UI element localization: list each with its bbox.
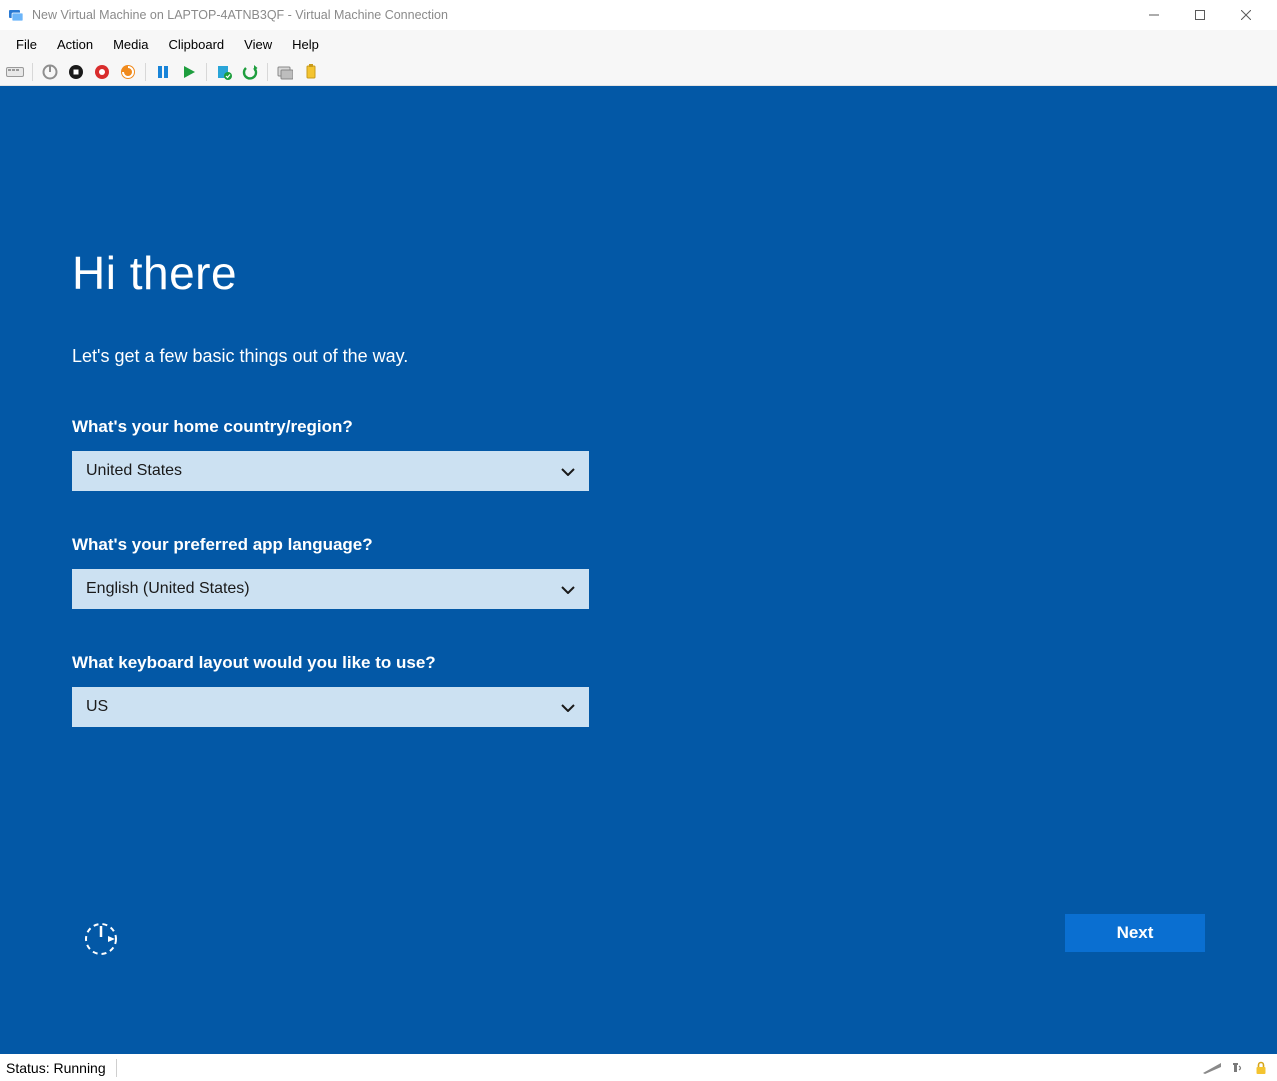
- chevron-down-icon: [561, 464, 575, 479]
- oobe-subtitle: Let's get a few basic things out of the …: [72, 346, 1205, 367]
- menu-file[interactable]: File: [6, 33, 47, 56]
- menu-clipboard[interactable]: Clipboard: [159, 33, 235, 56]
- reset-icon[interactable]: [117, 61, 139, 83]
- menu-media[interactable]: Media: [103, 33, 158, 56]
- country-select[interactable]: United States: [72, 451, 589, 491]
- start-icon[interactable]: [178, 61, 200, 83]
- network-icon: [1203, 1059, 1223, 1077]
- share-icon[interactable]: [300, 61, 322, 83]
- country-label: What's your home country/region?: [72, 417, 1205, 437]
- shutdown-icon[interactable]: [65, 61, 87, 83]
- keyboard-label: What keyboard layout would you like to u…: [72, 653, 1205, 673]
- revert-icon[interactable]: [239, 61, 261, 83]
- title-bar: New Virtual Machine on LAPTOP-4ATNB3QF -…: [0, 0, 1277, 30]
- lock-icon: [1251, 1059, 1271, 1077]
- speaker-icon: [1227, 1059, 1247, 1077]
- oobe-panel: Hi there Let's get a few basic things ou…: [72, 246, 1205, 771]
- language-select[interactable]: English (United States): [72, 569, 589, 609]
- menu-action[interactable]: Action: [47, 33, 103, 56]
- chevron-down-icon: [561, 700, 575, 715]
- country-value: United States: [86, 462, 561, 480]
- minimize-button[interactable]: [1131, 0, 1177, 30]
- menu-help[interactable]: Help: [282, 33, 329, 56]
- maximize-button[interactable]: [1177, 0, 1223, 30]
- next-button[interactable]: Next: [1065, 914, 1205, 952]
- next-button-label: Next: [1117, 923, 1154, 943]
- window-controls: [1131, 0, 1269, 30]
- toolbar-separator: [267, 63, 268, 81]
- toolbar-separator: [206, 63, 207, 81]
- pause-icon[interactable]: [152, 61, 174, 83]
- language-label: What's your preferred app language?: [72, 535, 1205, 555]
- window-title: New Virtual Machine on LAPTOP-4ATNB3QF -…: [32, 8, 1131, 22]
- close-button[interactable]: [1223, 0, 1269, 30]
- menu-view[interactable]: View: [234, 33, 282, 56]
- vm-display[interactable]: Hi there Let's get a few basic things ou…: [0, 86, 1277, 1054]
- status-text: Status: Running: [6, 1060, 116, 1076]
- keyboard-value: US: [86, 698, 561, 716]
- app-icon: [8, 7, 24, 23]
- toolbar-separator: [145, 63, 146, 81]
- language-value: English (United States): [86, 580, 561, 598]
- toolbar: [0, 58, 1277, 86]
- checkpoint-icon[interactable]: [213, 61, 235, 83]
- toolbar-separator: [32, 63, 33, 81]
- status-separator: [116, 1059, 117, 1077]
- ctrl-alt-del-icon[interactable]: [4, 61, 26, 83]
- turn-off-icon[interactable]: [39, 61, 61, 83]
- save-state-icon[interactable]: [91, 61, 113, 83]
- keyboard-select[interactable]: US: [72, 687, 589, 727]
- menu-bar: File Action Media Clipboard View Help: [0, 30, 1277, 58]
- status-bar: Status: Running: [0, 1054, 1277, 1081]
- oobe-heading: Hi there: [72, 246, 1205, 300]
- chevron-down-icon: [561, 582, 575, 597]
- enhanced-session-icon[interactable]: [274, 61, 296, 83]
- ease-of-access-icon[interactable]: [82, 920, 120, 958]
